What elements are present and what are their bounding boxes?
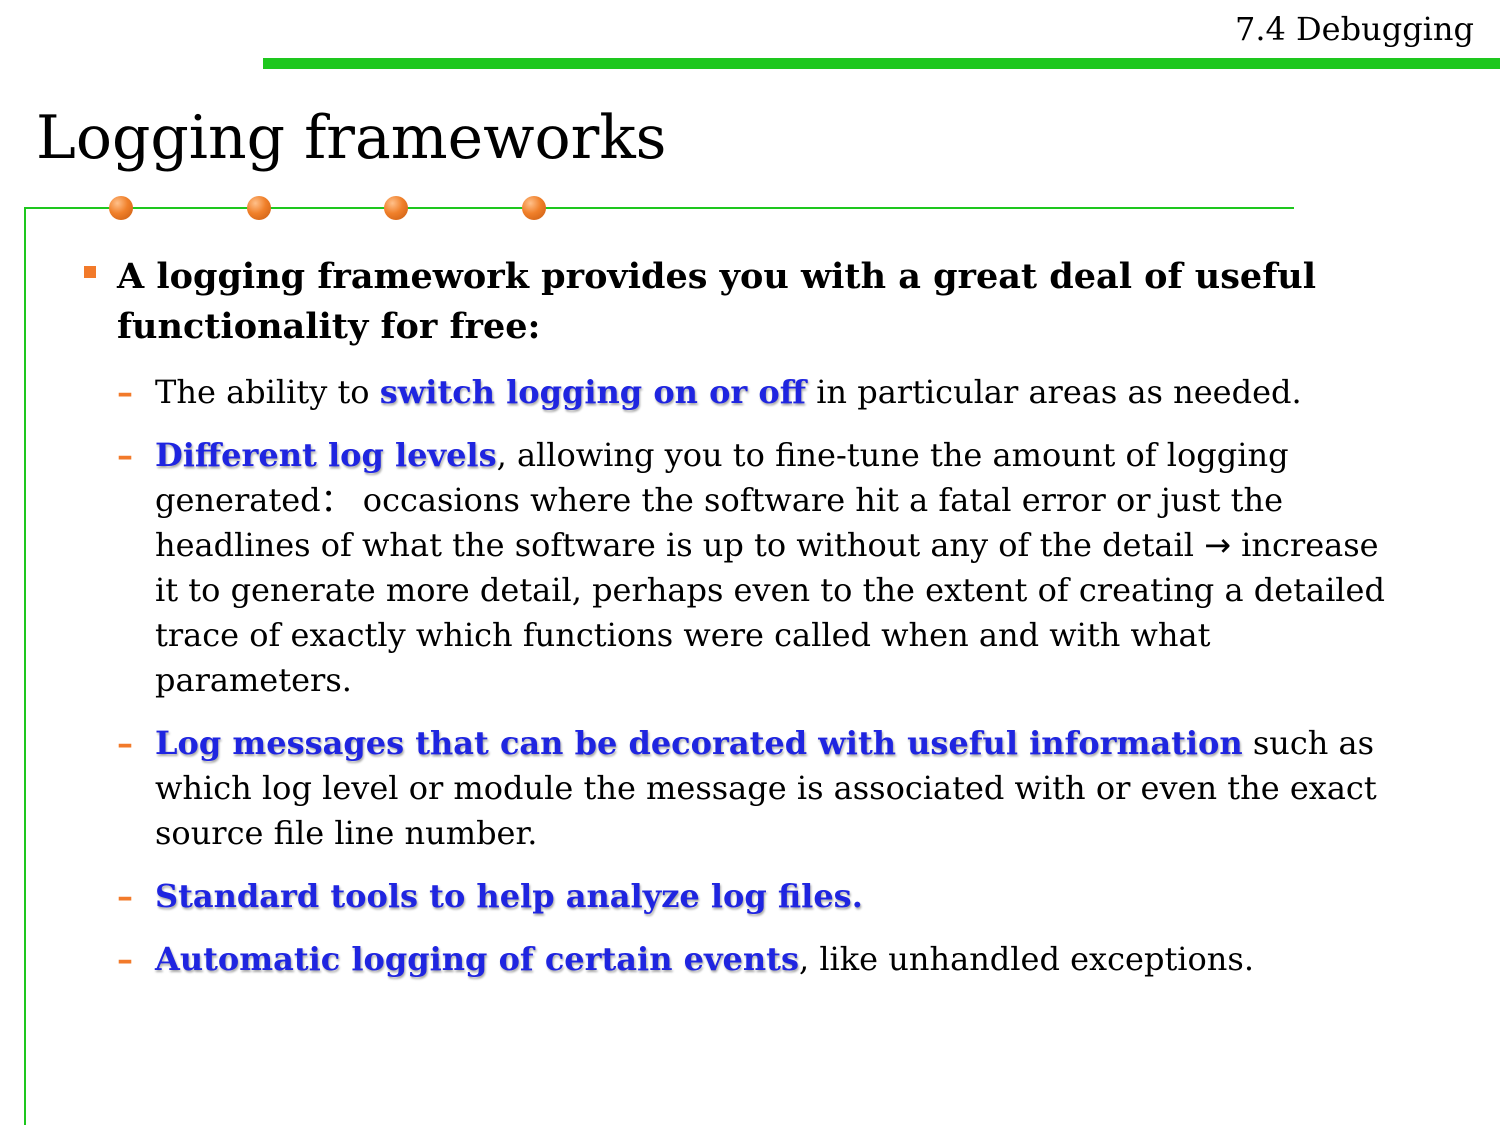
- highlight-text: Different log levels: [155, 436, 497, 474]
- square-bullet-icon: [84, 266, 96, 278]
- dash-icon: –: [117, 940, 133, 978]
- decorative-dot: [522, 196, 546, 220]
- list-item-text: The ability to switch logging on or off …: [155, 373, 1302, 411]
- highlight-text: switch logging on or off: [379, 373, 807, 411]
- list-item-text: Standard tools to help analyze log files…: [155, 874, 1405, 919]
- highlight-text: Automatic logging of certain events: [155, 940, 799, 978]
- highlight-text: Standard tools to help analyze log files…: [155, 877, 863, 915]
- decorative-dot: [109, 196, 133, 220]
- list-item-text: Automatic logging of certain events, lik…: [155, 940, 1254, 978]
- left-rule: [24, 207, 26, 1125]
- dash-icon: –: [117, 877, 133, 915]
- section-label: 7.4 Debugging: [1234, 10, 1474, 48]
- arrow-right-icon: →: [1204, 526, 1231, 564]
- title-rule: [24, 207, 1294, 209]
- dash-icon: –: [117, 373, 133, 411]
- decorative-dot: [247, 196, 271, 220]
- header-bar: [263, 58, 1500, 69]
- main-point: A logging framework provides you with a …: [117, 256, 1316, 347]
- decorative-dot: [384, 196, 408, 220]
- dash-icon: –: [117, 436, 133, 474]
- slide-title: Logging frameworks: [36, 103, 667, 173]
- dash-icon: –: [117, 724, 133, 762]
- list-item-text: Log messages that can be decorated with …: [155, 724, 1377, 852]
- list-item-text: Different log levels, allowing you to fi…: [155, 436, 1385, 699]
- highlight-text: Log messages that can be decorated with …: [155, 724, 1243, 762]
